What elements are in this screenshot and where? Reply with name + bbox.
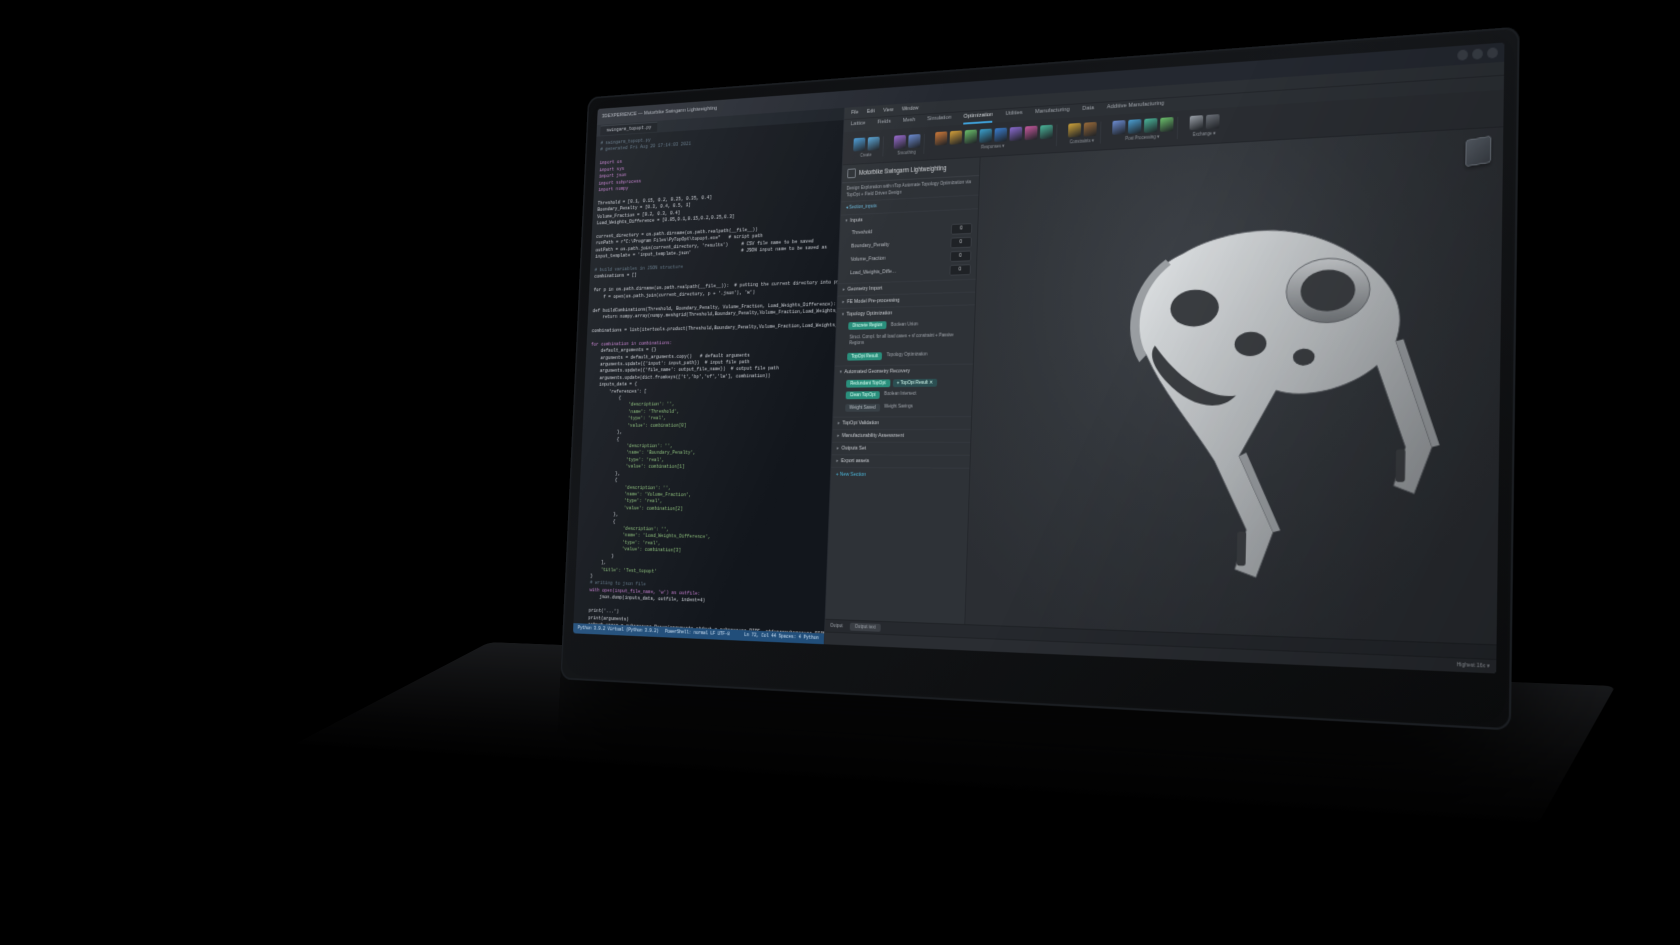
ribbon-group-label: Responses ▾ (981, 143, 1004, 150)
status-quality[interactable]: Highest 16x ▾ (1457, 662, 1490, 670)
input-field: Load_Weights_Diffe… 0 (850, 264, 971, 279)
menu-edit[interactable]: Edit (867, 108, 875, 114)
geom-row3-label: Weight Savings (882, 403, 913, 413)
tool-icon[interactable] (949, 130, 962, 144)
menu-file[interactable]: File (851, 110, 859, 116)
tool-icon[interactable] (1083, 122, 1096, 137)
topo-row-2: TopOpt Result Topology Optimization (847, 350, 968, 362)
cad-app-pane: FileEditViewWindow LatticeFieldsMeshSimu… (824, 62, 1504, 674)
input-label: Boundary_Penalty (851, 242, 889, 249)
chip-weight-saved[interactable]: Weight Saved (845, 404, 880, 412)
tool-icon[interactable] (1144, 118, 1158, 133)
ribbon-group-post-processing-: Post Processing ▾ (1108, 117, 1178, 143)
section-header[interactable]: Manufacturability Assessment (832, 430, 970, 442)
tool-icon[interactable] (1024, 126, 1037, 141)
chip-discrete-region[interactable]: Discrete Region (848, 322, 887, 331)
output-tab-1[interactable]: Output (830, 623, 843, 629)
tool-icon[interactable] (994, 128, 1007, 142)
input-value[interactable]: 0 (950, 236, 971, 248)
tool-icon[interactable] (979, 129, 992, 143)
ribbon-group-constraints-: Constraints ▾ (1064, 122, 1101, 146)
output-tab-2[interactable]: Output text (849, 623, 881, 632)
input-value[interactable]: 0 (949, 264, 970, 275)
tool-icon[interactable] (893, 134, 905, 148)
input-value[interactable]: 0 (950, 250, 971, 262)
geom-row-1: Redundant TopOpt + TopOpt Result ✕ (846, 379, 967, 388)
section-header[interactable]: Export assets (831, 456, 970, 468)
window-controls (1457, 47, 1498, 61)
topo-note: Struct. Compl. for all load cases + vf c… (847, 332, 968, 350)
input-label: Volume_Fraction (850, 256, 885, 263)
section-header[interactable]: TopOpt Validation (832, 417, 970, 429)
tool-icon[interactable] (867, 136, 879, 150)
laptop-bezel: 3DEXPERIENCE — Motorbike Swingarm Lightw… (560, 26, 1520, 730)
chip-topopt-result-tag[interactable]: + TopOpt Result ✕ (892, 379, 937, 387)
ribbon-group-label: Smoothing (897, 149, 916, 155)
close-icon[interactable] (1487, 47, 1498, 58)
chip-clean-topopt[interactable]: Clean TopOpt (845, 392, 880, 400)
section-collapsed: Manufacturability Assessment (832, 430, 971, 443)
code-editor-pane: swingarm_topopt.py # swingarm_topopt.py#… (573, 108, 845, 644)
tool-icon[interactable] (1189, 115, 1203, 130)
chip-topopt-result[interactable]: TopOpt Result (847, 353, 883, 361)
tool-icon[interactable] (853, 137, 865, 151)
status-left: Python 3.9.2 Virtual (Python 3.9.2) (578, 625, 659, 635)
geom-row2-label: Boolean Intersect (882, 390, 916, 400)
tool-icon[interactable] (1040, 125, 1053, 140)
input-field: Volume_Fraction 0 (850, 250, 971, 265)
topo-row-1: Discrete Region Boolean Union (848, 319, 969, 332)
tool-icon[interactable] (935, 131, 948, 145)
geom-row-2: Clean TopOpt Boolean Intersect (845, 390, 966, 401)
section-geometry: Automated Geometry Recovery Redundant To… (833, 365, 973, 418)
input-label: Threshold (851, 229, 872, 236)
tool-icon[interactable] (1160, 117, 1174, 132)
tool-icon[interactable] (1112, 120, 1125, 135)
section-inputs: Inputs Threshold0Boundary_Penalty0Volume… (838, 209, 978, 284)
tool-icon[interactable] (1068, 123, 1081, 138)
new-section-button[interactable]: + New Section (830, 468, 969, 483)
ribbon-group-label: Post Processing ▾ (1125, 134, 1159, 142)
tool-icon[interactable] (1009, 127, 1022, 141)
ribbon-group-label: Create (860, 152, 872, 157)
ribbon-group-label: Constraints ▾ (1070, 138, 1094, 145)
maximize-icon[interactable] (1472, 48, 1483, 59)
checkbox-icon[interactable] (847, 168, 856, 178)
ribbon-tab-data[interactable]: Data (1082, 105, 1094, 117)
code-area[interactable]: # swingarm_topopt.py# generated Fri Aug … (573, 120, 843, 633)
ribbon-group-exchange-: Exchange ▾ (1185, 114, 1223, 139)
topo-row2-label: Topology Optimization (885, 351, 928, 361)
section-topology: Topology Optimization Discrete Region Bo… (835, 305, 975, 367)
tool-icon[interactable] (964, 130, 977, 144)
topo-row1-label: Boolean Union (889, 320, 918, 330)
input-value[interactable]: 0 (951, 223, 972, 235)
menu-window[interactable]: Window (902, 105, 919, 112)
tool-icon[interactable] (908, 134, 920, 148)
chip-redundant-topopt[interactable]: Redundant TopOpt (846, 380, 890, 388)
section-collapsed: Export assets (831, 456, 970, 469)
input-label: Load_Weights_Diffe… (850, 269, 897, 276)
model-swingarm (965, 127, 1503, 644)
geom-row-3: Weight Saved Weight Savings (845, 403, 966, 414)
panel-title-text: Motorbike Swingarm Lightweighting (859, 165, 947, 177)
tool-icon[interactable] (1128, 119, 1141, 134)
ribbon-group-responses-: Responses ▾ (931, 124, 1057, 153)
property-panel: Motorbike Swingarm Lightweighting Design… (825, 157, 980, 624)
ribbon-group-create: Create (849, 136, 883, 158)
view-cube[interactable] (1465, 136, 1491, 167)
menu-view[interactable]: View (883, 107, 893, 113)
section-collapsed: TopOpt Validation (832, 417, 970, 430)
ribbon-group-label: Exchange ▾ (1193, 131, 1216, 138)
screen: 3DEXPERIENCE — Motorbike Swingarm Lightw… (573, 43, 1504, 674)
input-field: Boundary_Penalty 0 (851, 236, 972, 251)
ribbon-group-smoothing: Smoothing (890, 133, 925, 155)
status-right: Ln 72, Col 44 Spaces: 4 Python (744, 632, 819, 642)
section-collapsed: Outputs Set (831, 443, 970, 456)
minimize-icon[interactable] (1457, 49, 1468, 60)
section-header[interactable]: Outputs Set (832, 443, 971, 455)
tool-icon[interactable] (1206, 114, 1220, 129)
ribbon-tab-additive-manufacturing[interactable]: Additive Manufacturing (1107, 101, 1164, 116)
status-mid: PowerShell: normal LF UTF-8 (665, 629, 730, 638)
viewport-3d[interactable] (965, 127, 1503, 644)
